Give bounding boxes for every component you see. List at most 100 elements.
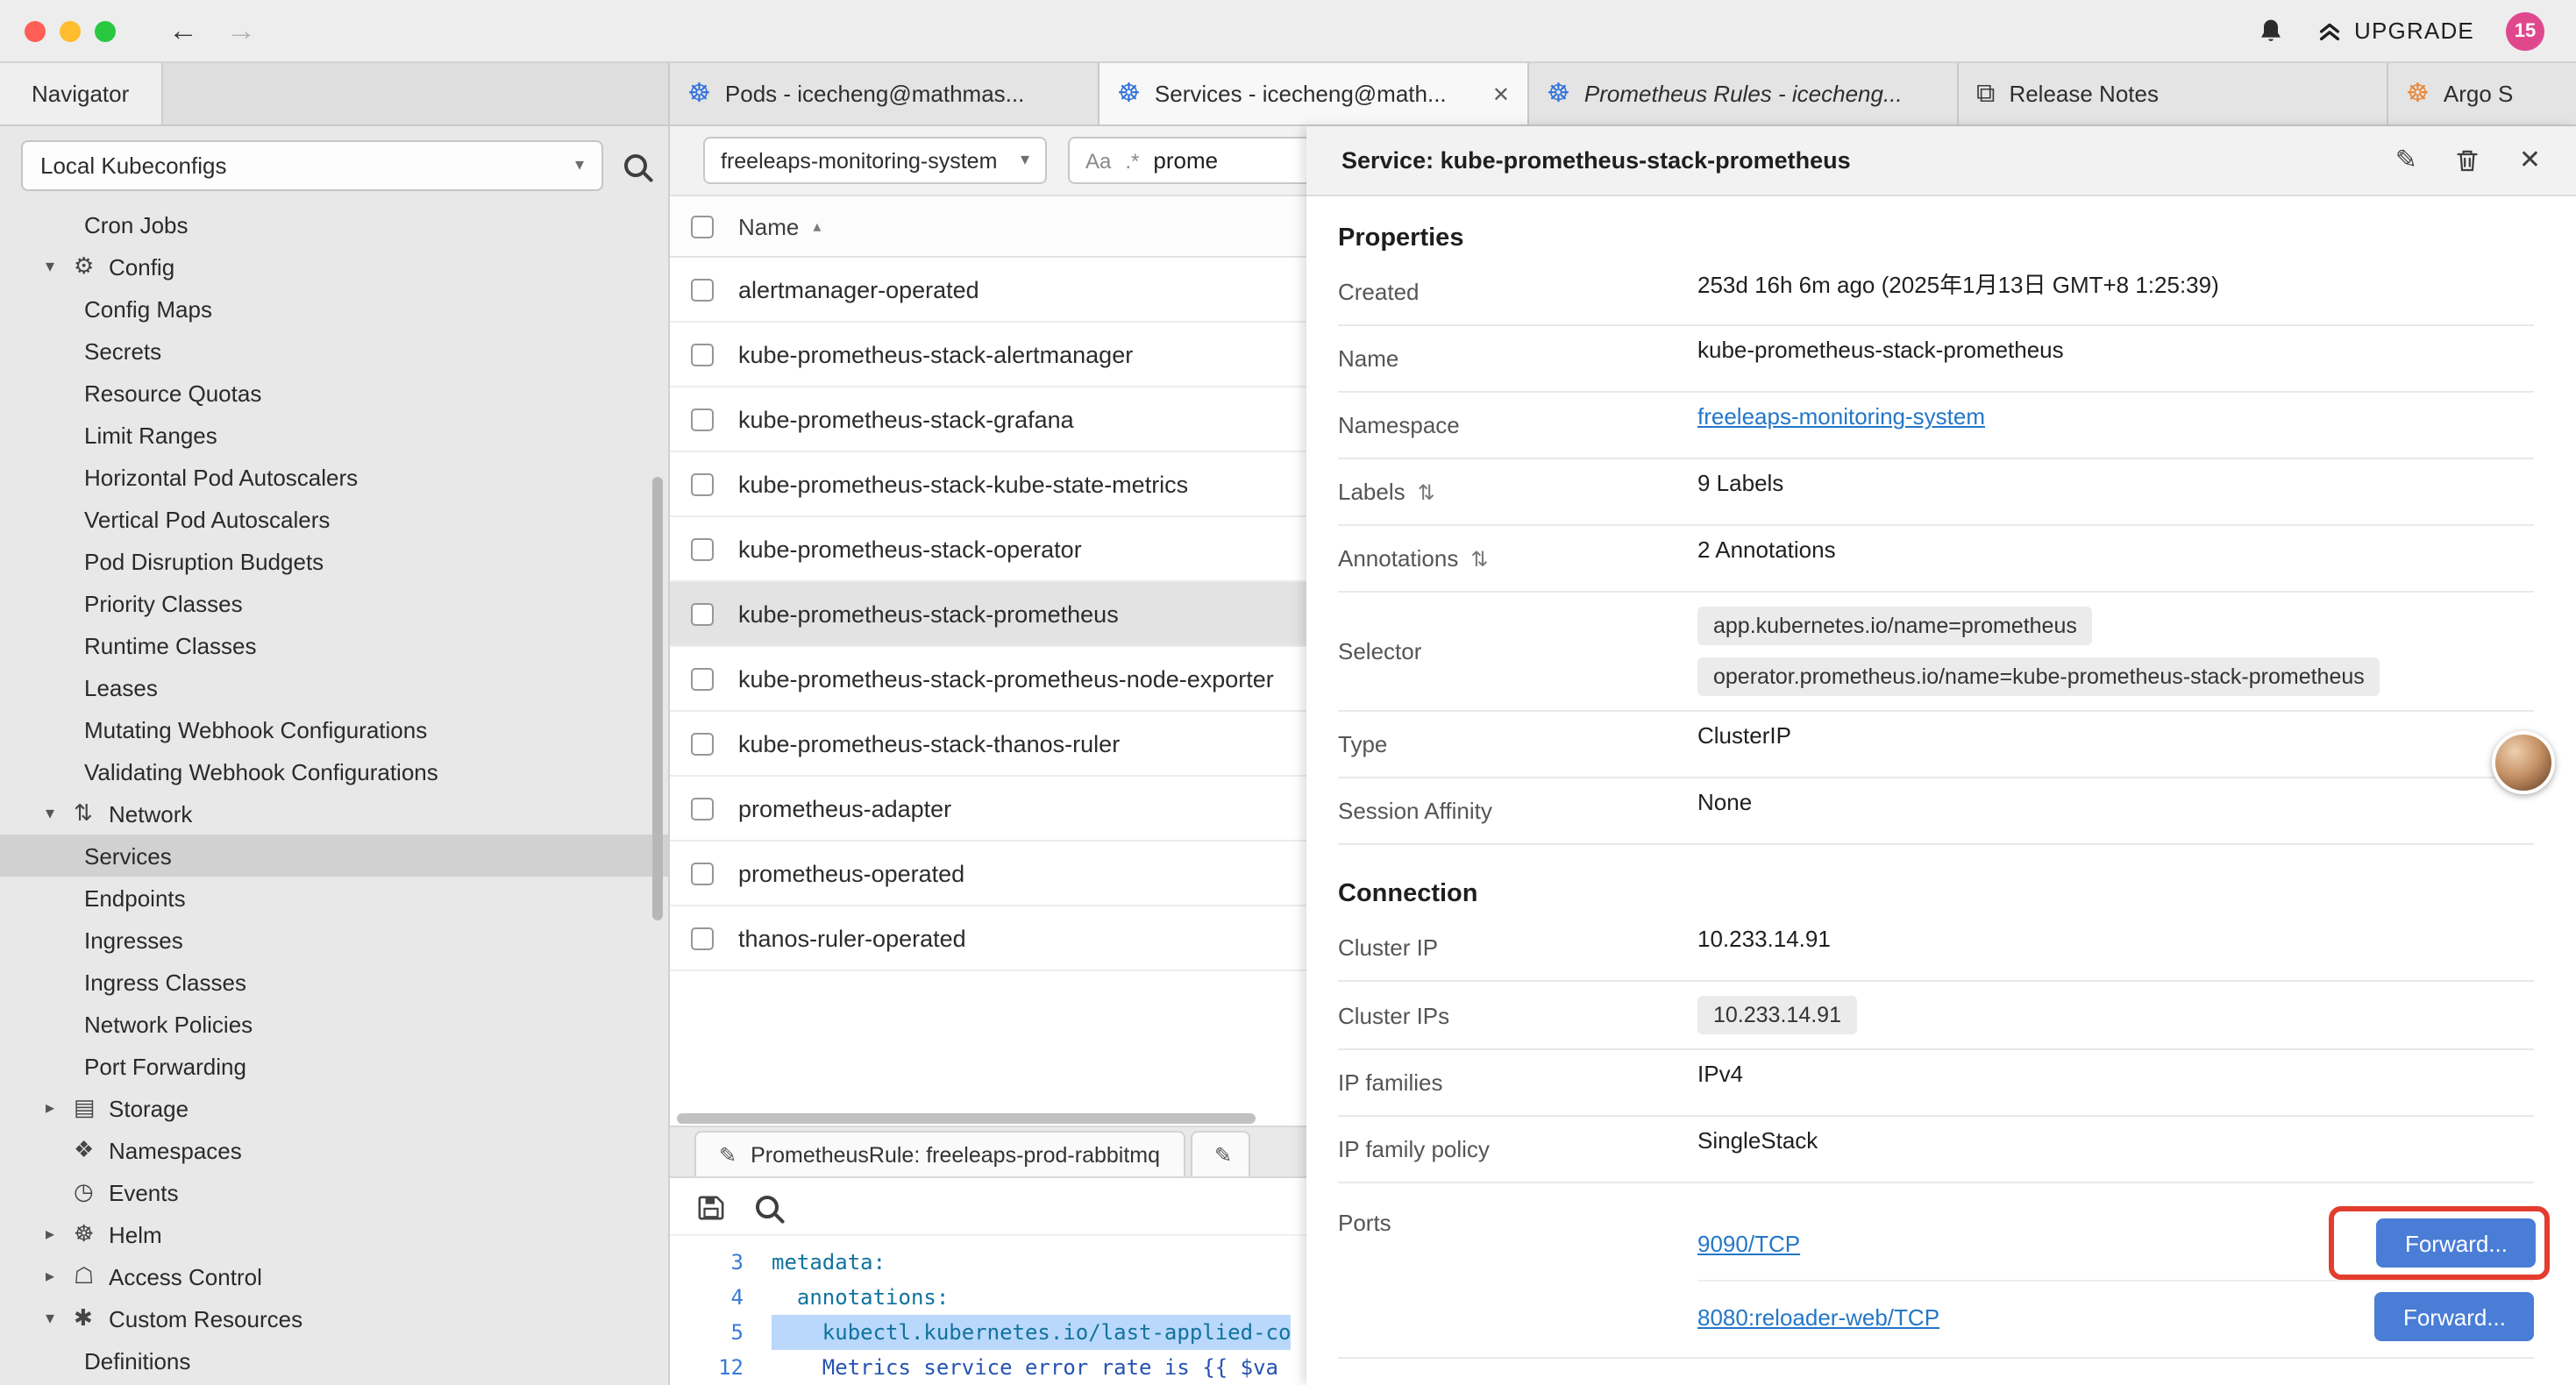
delete-resource-icon[interactable] [2456, 147, 2480, 174]
row-checkbox[interactable] [691, 472, 714, 495]
sidebar-item[interactable]: Mutating Webhook Configurations [0, 708, 668, 750]
upgrade-button[interactable]: UPGRADE [2316, 18, 2474, 44]
row-checkbox[interactable] [691, 797, 714, 820]
close-drawer-icon[interactable]: ✕ [2519, 147, 2541, 174]
zoom-window-button[interactable] [95, 20, 116, 41]
app-tab[interactable]: ⧉ Release Notes [1959, 63, 2388, 124]
table-row[interactable]: alertmanager-operated [670, 258, 1306, 323]
editor-search-icon[interactable] [756, 1195, 779, 1218]
table-row[interactable]: prometheus-adapter [670, 777, 1306, 842]
row-checkbox[interactable] [691, 667, 714, 690]
sidebar-item[interactable]: ▸ ▤ Storage [0, 1087, 668, 1129]
row-checkbox[interactable] [691, 732, 714, 755]
close-window-button[interactable] [25, 20, 46, 41]
service-name: prometheus-adapter [738, 795, 951, 821]
user-avatar[interactable] [2492, 731, 2555, 794]
port-link[interactable]: 8080:reloader-web/TCP [1697, 1303, 1939, 1330]
sidebar-item[interactable]: ▾ ⚙ Config [0, 245, 668, 288]
app-tab[interactable]: ☸ Prometheus Rules - icecheng... [1529, 63, 1959, 124]
sidebar-item[interactable]: Resource Quotas [0, 372, 668, 414]
sidebar-item[interactable]: Pod Disruption Budgets [0, 540, 668, 582]
yaml-editor[interactable]: 3 metadata: 4 annotations: 5 kubectl.kub… [670, 1236, 1306, 1385]
drawer-header: Service: kube-prometheus-stack-prometheu… [1306, 126, 2576, 196]
app-tab[interactable]: ☸ Pods - icecheng@mathmas... [670, 63, 1099, 124]
row-checkbox[interactable] [691, 927, 714, 949]
sidebar-item[interactable]: ▸ ☖ Access Control [0, 1255, 668, 1297]
detail-label: Namespace ⇅ [1338, 412, 1697, 438]
sidebar-item[interactable]: Config Maps [0, 288, 668, 330]
sidebar-item-label: Events [109, 1179, 179, 1205]
sidebar-item-label: Port Forwarding [84, 1053, 246, 1079]
detail-value: 9 Labels 9 Labels [1697, 470, 2534, 514]
sidebar-item[interactable]: ◷ Events [0, 1171, 668, 1213]
sidebar-item[interactable]: Vertical Pod Autoscalers [0, 498, 668, 540]
sidebar-item[interactable]: ▾ ✱ Custom Resources [0, 1297, 668, 1339]
row-checkbox[interactable] [691, 343, 714, 366]
value-link[interactable]: freeleaps-monitoring-system [1697, 403, 1985, 430]
sidebar-item[interactable]: ❖ Namespaces [0, 1129, 668, 1171]
row-checkbox[interactable] [691, 862, 714, 884]
close-tab-icon[interactable]: ✕ [1492, 82, 1510, 106]
sidebar-item[interactable]: Ingress Classes [0, 961, 668, 1003]
table-row[interactable]: thanos-ruler-operated [670, 906, 1306, 971]
table-row[interactable]: kube-prometheus-stack-alertmanager [670, 323, 1306, 387]
search-icon[interactable] [624, 153, 647, 176]
dock-tab-partial[interactable]: ✎ [1190, 1131, 1249, 1176]
sidebar-item[interactable]: Leases [0, 666, 668, 708]
sidebar-item[interactable]: Definitions [0, 1339, 668, 1381]
match-case-toggle[interactable]: Aa [1085, 148, 1111, 173]
app-tab[interactable]: ☸ Argo S [2388, 63, 2576, 124]
edit-resource-icon[interactable]: ✎ [2395, 147, 2417, 174]
row-checkbox[interactable] [691, 602, 714, 625]
port-link[interactable]: 9090/TCP [1697, 1230, 1800, 1256]
save-icon[interactable] [698, 1193, 724, 1219]
sidebar-item[interactable]: Cron Jobs [0, 203, 668, 245]
table-row[interactable]: kube-prometheus-stack-thanos-ruler [670, 712, 1306, 777]
regex-toggle[interactable]: .* [1125, 148, 1139, 173]
sidebar-item[interactable]: ▾ ⇅ Network [0, 792, 668, 835]
scrollbar-thumb[interactable] [677, 1113, 1256, 1124]
notifications-bell-icon[interactable] [2256, 17, 2284, 45]
horizontal-scrollbar[interactable] [670, 1112, 1306, 1126]
category-icon: ☖ [74, 1262, 109, 1290]
sidebar-item[interactable]: Priority Classes [0, 582, 668, 624]
kubeconfig-selector[interactable]: Local Kubeconfigs ▾ [21, 139, 603, 190]
sidebar-item[interactable]: Validating Webhook Configurations [0, 750, 668, 792]
table-row[interactable]: kube-prometheus-stack-operator [670, 517, 1306, 582]
sidebar-item[interactable]: Secrets [0, 330, 668, 372]
sidebar-item[interactable]: Network Policies [0, 1003, 668, 1045]
app-tab[interactable]: ☸ Services - icecheng@math... ✕ [1099, 63, 1529, 124]
name-column-header[interactable]: Name [738, 213, 799, 239]
table-row[interactable]: kube-prometheus-stack-prometheus [670, 582, 1306, 647]
table-row[interactable]: kube-prometheus-stack-grafana [670, 387, 1306, 452]
sidebar-item[interactable]: Limit Ranges [0, 414, 668, 456]
sidebar-item[interactable]: Port Forwarding [0, 1045, 668, 1087]
row-checkbox[interactable] [691, 408, 714, 430]
forward-button[interactable]: Forward... [2377, 1218, 2536, 1268]
sidebar-item[interactable]: Runtime Classes [0, 624, 668, 666]
notification-count-badge[interactable]: 15 [2506, 11, 2544, 50]
sort-toggle-icon[interactable]: ⇅ [1418, 479, 1435, 504]
sidebar-item[interactable]: Services [0, 835, 668, 877]
sidebar-item[interactable]: Horizontal Pod Autoscalers [0, 456, 668, 498]
back-button[interactable]: ← [168, 16, 198, 46]
row-checkbox[interactable] [691, 278, 714, 301]
sidebar-scrollbar[interactable] [652, 477, 663, 920]
table-row[interactable]: kube-prometheus-stack-prometheus-node-ex… [670, 647, 1306, 712]
sidebar-item[interactable]: Ingresses [0, 919, 668, 961]
sidebar-item[interactable]: Endpoints [0, 877, 668, 919]
table-search-input[interactable]: Aa .* prome [1068, 137, 1306, 184]
table-row[interactable]: prometheus-operated [670, 842, 1306, 906]
forward-button[interactable]: Forward... [2375, 1292, 2534, 1341]
row-checkbox[interactable] [691, 537, 714, 560]
section-title: Connection [1338, 880, 2534, 908]
filter-bar: freeleaps-monitoring-system ▾ Aa .* prom… [670, 126, 1306, 196]
minimize-window-button[interactable] [60, 20, 81, 41]
select-all-checkbox[interactable] [691, 215, 714, 238]
sidebar-item[interactable]: ▸ ☸ Helm [0, 1213, 668, 1255]
forward-button[interactable]: → [226, 16, 256, 46]
table-row[interactable]: kube-prometheus-stack-kube-state-metrics [670, 452, 1306, 517]
dock-tab[interactable]: ✎ PrometheusRule: freeleaps-prod-rabbitm… [694, 1131, 1185, 1176]
sort-toggle-icon[interactable]: ⇅ [1470, 546, 1488, 571]
namespace-filter[interactable]: freeleaps-monitoring-system ▾ [703, 137, 1047, 184]
